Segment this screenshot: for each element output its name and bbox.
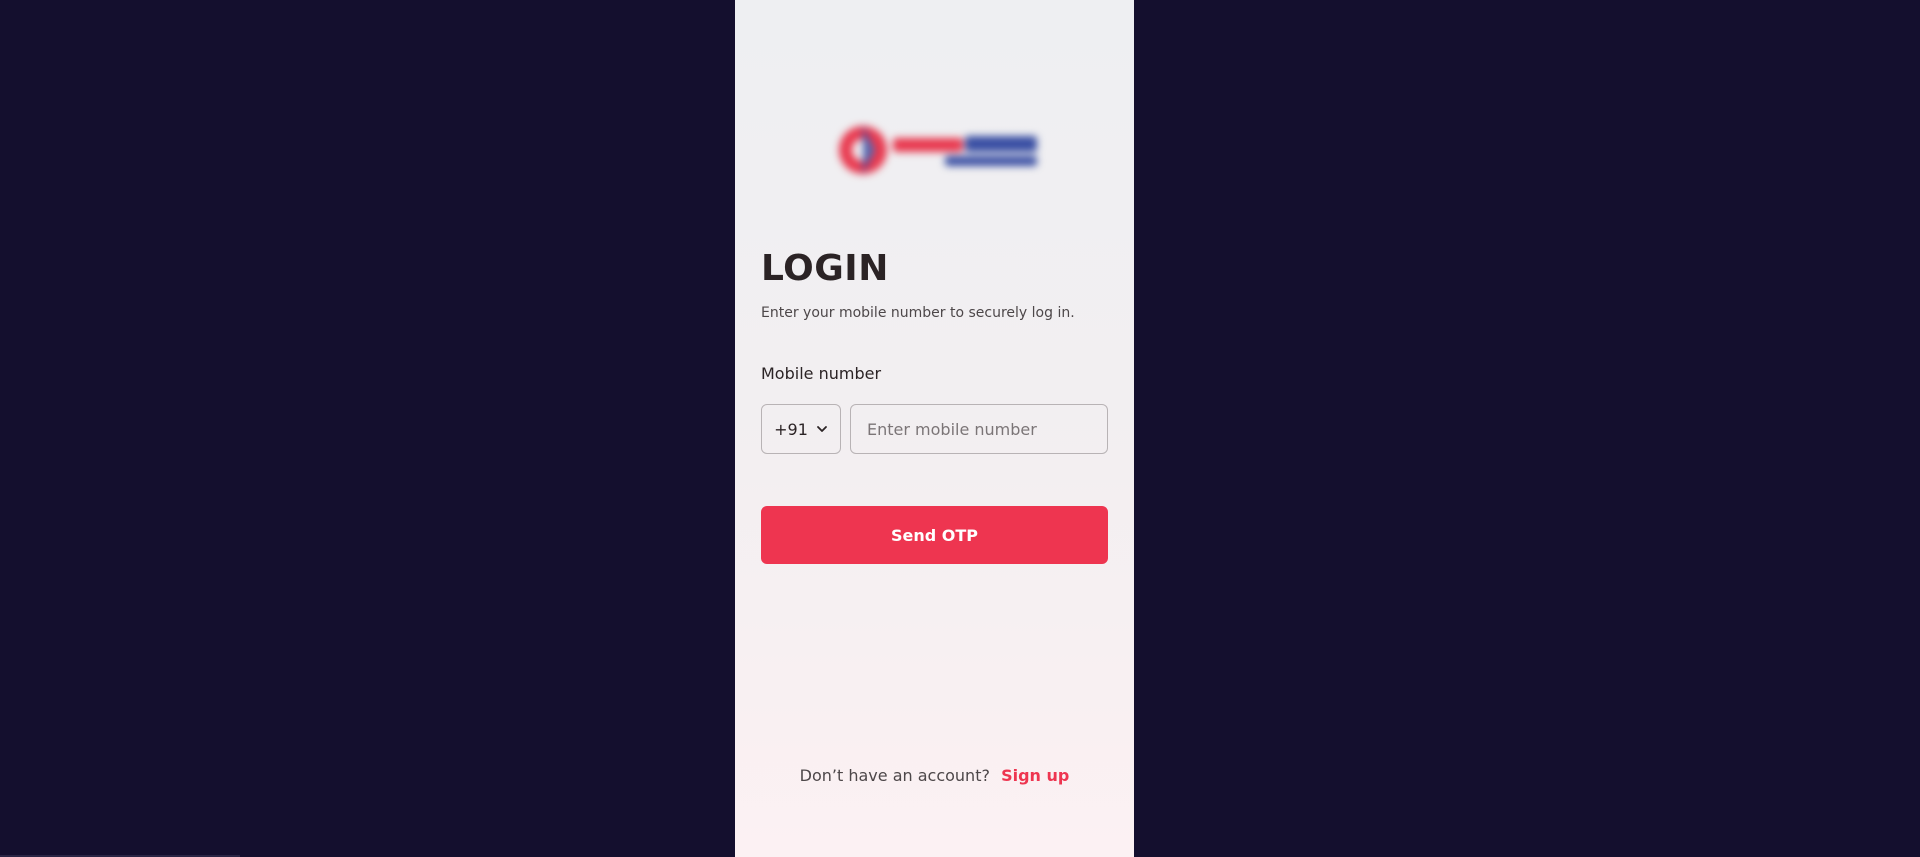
mobile-number-label: Mobile number xyxy=(761,364,882,383)
country-code-select[interactable]: +91 xyxy=(761,404,841,454)
mobile-number-input[interactable] xyxy=(850,404,1108,454)
signup-row: Don’t have an account? Sign up xyxy=(735,766,1134,785)
signup-link[interactable]: Sign up xyxy=(1001,766,1069,785)
login-screen: LOGIN Enter your mobile number to secure… xyxy=(735,0,1134,857)
page-title: LOGIN xyxy=(761,248,889,289)
app-stage: LOGIN Enter your mobile number to secure… xyxy=(0,0,1920,857)
chevron-down-icon xyxy=(816,426,827,432)
signup-prompt: Don’t have an account? xyxy=(799,766,990,785)
brand-logo xyxy=(839,126,1037,174)
send-otp-button[interactable]: Send OTP xyxy=(761,506,1108,564)
page-subtitle: Enter your mobile number to securely log… xyxy=(761,305,1075,321)
country-code-value: +91 xyxy=(774,419,808,439)
